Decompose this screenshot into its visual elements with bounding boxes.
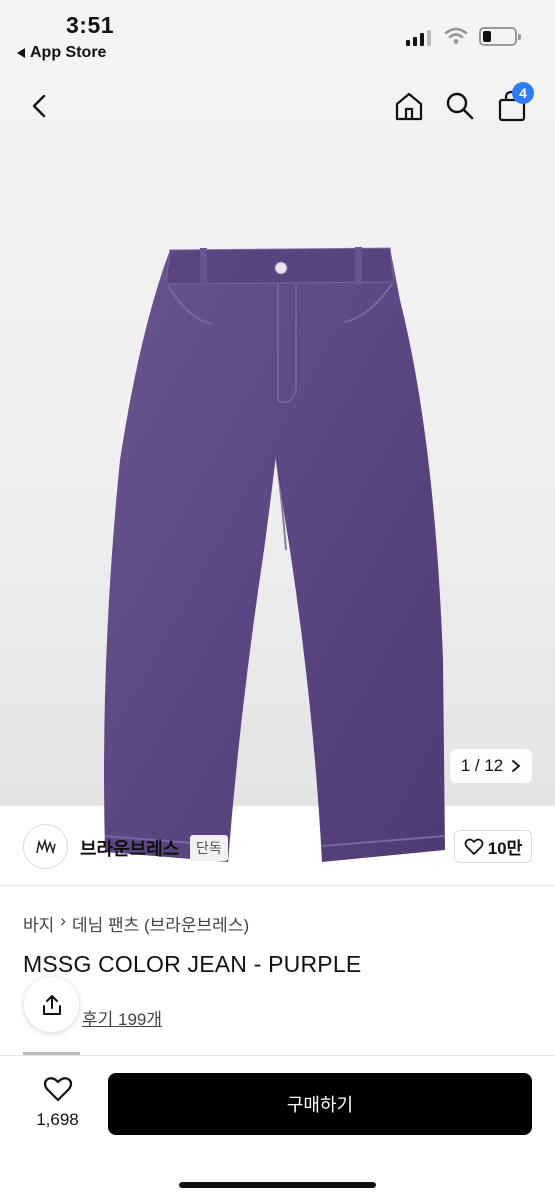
brand-logo-mark bbox=[35, 838, 56, 855]
home-icon bbox=[395, 92, 423, 121]
top-navigation: 4 bbox=[0, 80, 555, 130]
cart-count-badge: 4 bbox=[512, 82, 534, 104]
heart-icon bbox=[464, 838, 484, 855]
product-title: MSSG COLOR JEAN - PURPLE bbox=[23, 951, 362, 977]
cellular-signal-icon bbox=[406, 30, 431, 46]
breadcrumb: 바지 › 데님 팬츠 (브라운브레스) bbox=[23, 911, 249, 936]
home-button[interactable] bbox=[391, 88, 427, 124]
search-button[interactable] bbox=[442, 88, 478, 124]
home-indicator bbox=[179, 1182, 376, 1188]
cart-button[interactable]: 4 bbox=[494, 82, 534, 124]
brand-row: 브라운브레스 단독 10만 bbox=[0, 806, 555, 886]
share-icon bbox=[42, 994, 61, 1015]
image-counter-button[interactable]: 1 / 12 bbox=[450, 749, 532, 783]
status-time: 3:51 bbox=[66, 12, 115, 38]
breadcrumb-subcategory[interactable]: 데님 팬츠 (브라운브레스) bbox=[72, 911, 249, 936]
brand-logo[interactable] bbox=[23, 824, 68, 869]
status-bar: 3:51 App Store bbox=[0, 0, 555, 80]
heart-icon bbox=[43, 1077, 72, 1102]
chevron-left-icon bbox=[32, 94, 46, 118]
battery-icon bbox=[479, 27, 521, 46]
chevron-right-icon bbox=[512, 760, 521, 772]
wishlist-button[interactable]: 1,698 bbox=[30, 1076, 85, 1130]
breadcrumb-category[interactable]: 바지 bbox=[23, 911, 54, 936]
back-triangle-icon bbox=[17, 48, 25, 58]
share-button[interactable] bbox=[24, 977, 79, 1032]
back-app-label: App Store bbox=[30, 44, 107, 61]
wifi-icon bbox=[444, 27, 468, 44]
image-counter-text: 1 / 12 bbox=[460, 756, 504, 775]
search-icon bbox=[446, 92, 474, 120]
back-to-app-store[interactable]: App Store bbox=[17, 44, 106, 62]
wishlist-count: 1,698 bbox=[36, 1110, 79, 1129]
product-image-gallery[interactable] bbox=[0, 80, 555, 862]
bottom-action-bar: 1,698 구매하기 bbox=[0, 1055, 555, 1200]
buy-button[interactable]: 구매하기 bbox=[108, 1073, 532, 1135]
back-button[interactable] bbox=[22, 88, 58, 124]
review-link[interactable]: 후기 199개 bbox=[82, 1005, 162, 1030]
brand-like-count: 10만 bbox=[487, 839, 523, 858]
brand-like-button[interactable]: 10만 bbox=[454, 830, 532, 863]
brand-name[interactable]: 브라운브레스 bbox=[80, 835, 179, 861]
exclusive-badge: 단독 bbox=[190, 835, 228, 861]
product-image-purple-jeans bbox=[104, 247, 446, 862]
breadcrumb-separator-icon: › bbox=[60, 911, 66, 930]
